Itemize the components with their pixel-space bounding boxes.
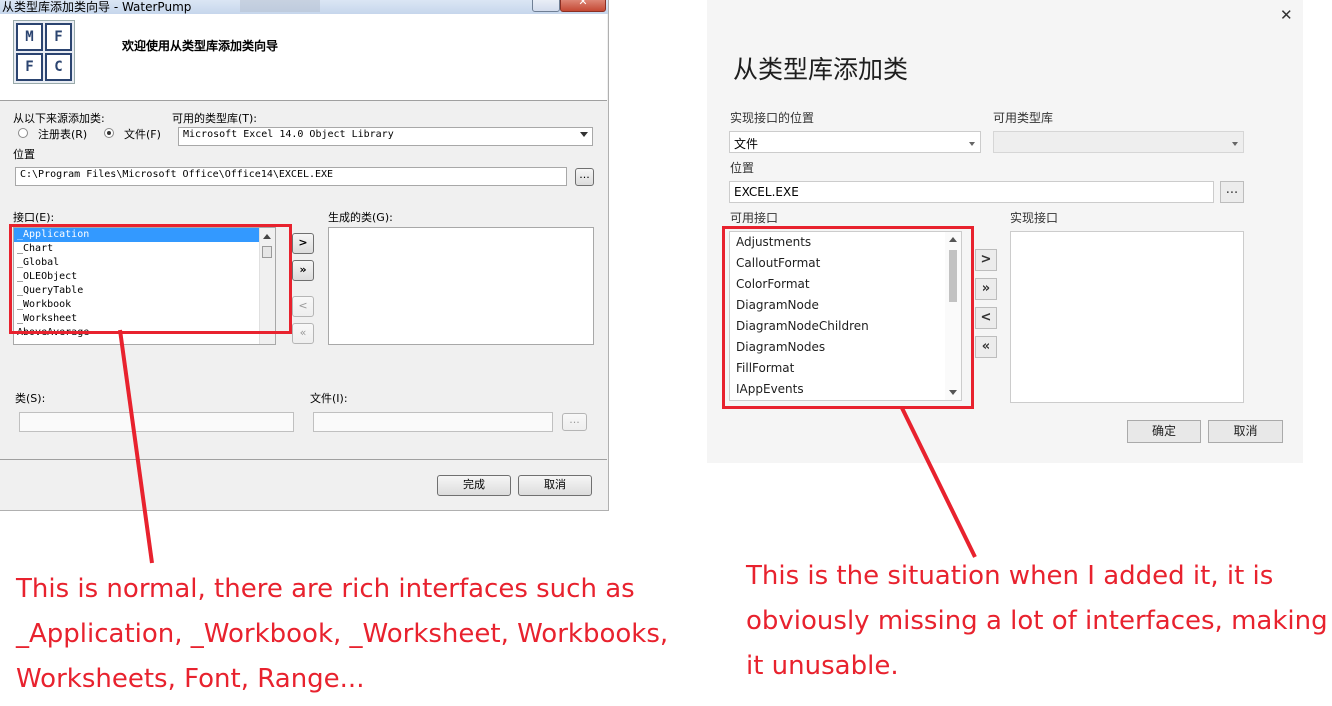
caption-line: This is normal, there are rich interface… [16,574,635,604]
caption-line: it unusable. [746,651,899,681]
caption-line: obviously missing a lot of interfaces, m… [746,606,1328,636]
left-caption: This is normal, there are rich interface… [16,567,668,702]
right-caption: This is the situation when I added it, i… [746,554,1328,689]
caption-line: Worksheets, Font, Range... [16,664,365,694]
left-annotation-line [118,329,154,564]
caption-line: _Application, _Workbook, _Worksheet, Wor… [16,619,669,649]
caption-line: This is the situation when I added it, i… [746,561,1274,591]
right-annotation-line [900,407,977,558]
